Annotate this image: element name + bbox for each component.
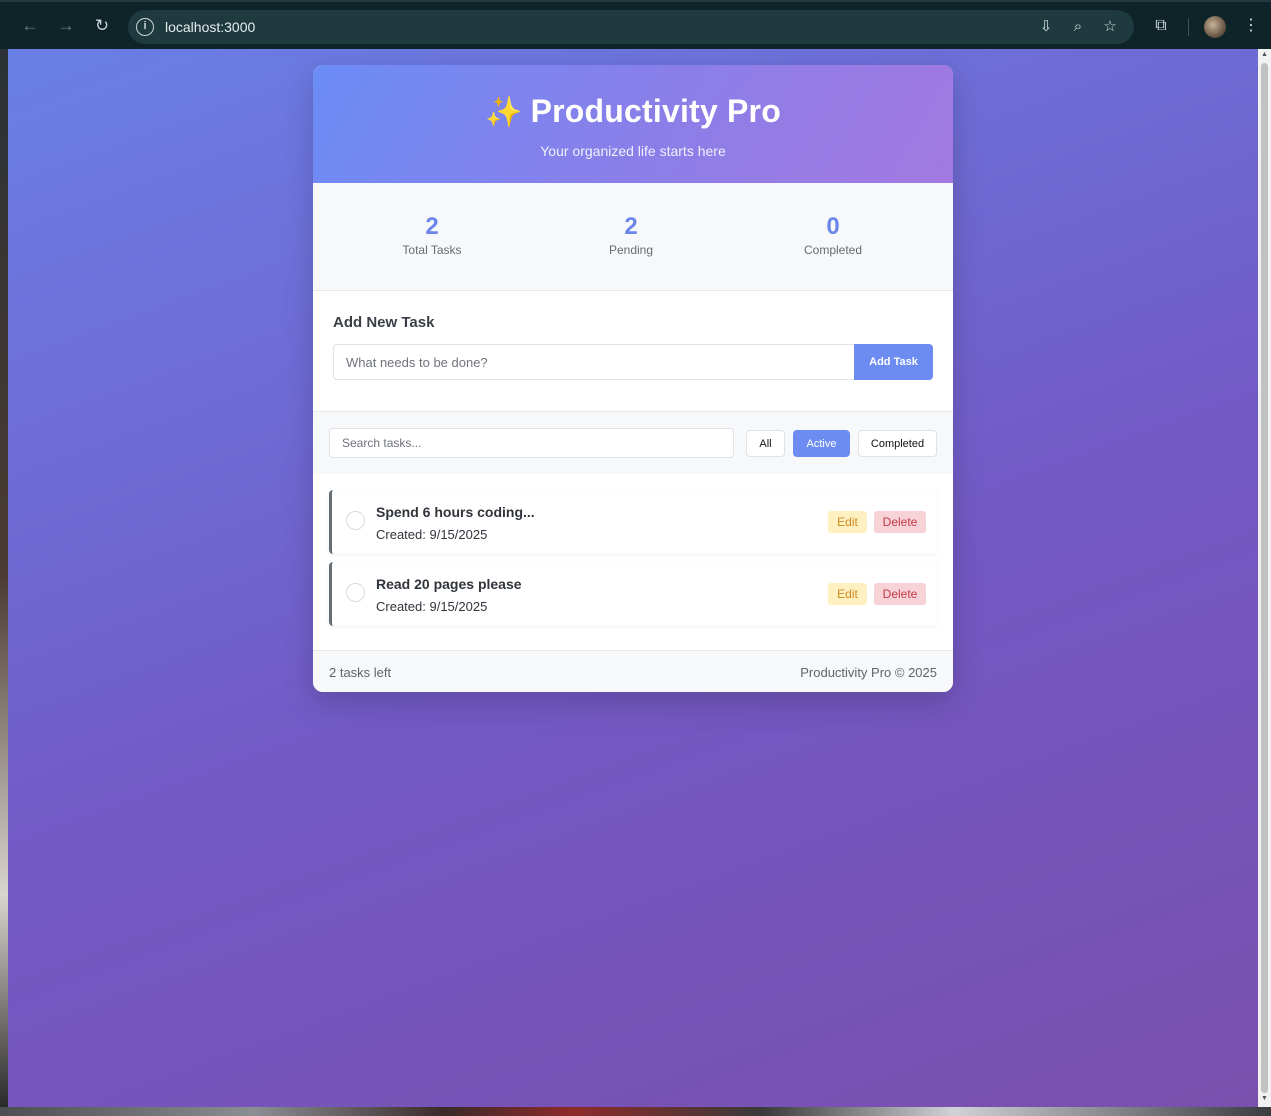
arrow-left-icon[interactable]: ←	[18, 14, 42, 38]
add-task-button[interactable]: Add Task	[854, 344, 933, 380]
app-footer: 2 tasks left Productivity Pro © 2025	[313, 650, 953, 692]
browser-toolbar: ← → ↻ i localhost:3000 ⇩ ⌕ ☆ ⧉ ⋮	[0, 0, 1271, 49]
stat-label: Completed	[803, 243, 863, 257]
tasks-left-count: 2 tasks left	[329, 665, 392, 680]
stats-panel: 2 Total Tasks 2 Pending 0 Completed	[313, 183, 953, 291]
puzzle-icon[interactable]: ⧉	[1150, 15, 1172, 37]
app-card: ✨ Productivity Pro Your organized life st…	[313, 65, 953, 692]
info-icon[interactable]: i	[136, 18, 154, 36]
filter-completed-button[interactable]: Completed	[858, 430, 937, 457]
task-created-date: Created: 9/15/2025	[376, 599, 488, 614]
stat-value: 2	[624, 213, 638, 240]
task-checkbox[interactable]	[346, 511, 365, 530]
task-item: Read 20 pages please Created: 9/15/2025 …	[329, 562, 937, 626]
edit-button[interactable]: Edit	[828, 583, 867, 605]
app-subtitle: Your organized life starts here	[540, 143, 726, 159]
stat-completed: 0 Completed	[753, 213, 913, 257]
task-list: Spend 6 hours coding... Created: 9/15/20…	[313, 474, 953, 650]
page-scrollbar[interactable]: ▲ ▼	[1258, 49, 1271, 1107]
star-icon[interactable]: ☆	[1100, 17, 1120, 37]
profile-avatar[interactable]	[1204, 16, 1226, 38]
reload-icon[interactable]: ↻	[90, 14, 114, 38]
kebab-menu-icon[interactable]: ⋮	[1240, 15, 1262, 37]
stat-pending: 2 Pending	[551, 213, 711, 257]
task-title: Read 20 pages please	[376, 576, 522, 592]
delete-button[interactable]: Delete	[874, 583, 926, 605]
filter-all-button[interactable]: All	[746, 430, 785, 457]
task-created-date: Created: 9/15/2025	[376, 527, 488, 542]
delete-button[interactable]: Delete	[874, 511, 926, 533]
search-input[interactable]	[329, 428, 734, 458]
scroll-down-icon[interactable]: ▼	[1260, 1095, 1269, 1102]
background-window-edge	[0, 49, 8, 1107]
scrollbar-thumb[interactable]	[1261, 63, 1268, 1093]
scroll-up-icon[interactable]: ▲	[1260, 51, 1269, 58]
page-title: ✨ Productivity Pro	[313, 93, 953, 130]
stat-value: 2	[425, 213, 439, 240]
new-task-input[interactable]	[333, 344, 855, 380]
toolbar-divider	[1188, 18, 1189, 36]
stat-label: Pending	[608, 243, 654, 257]
background-window-edge	[0, 1107, 1271, 1116]
stat-value: 0	[826, 213, 840, 240]
add-task-heading: Add New Task	[333, 314, 435, 331]
install-icon[interactable]: ⇩	[1036, 17, 1056, 37]
edit-button[interactable]: Edit	[828, 511, 867, 533]
stat-label: Total Tasks	[402, 243, 462, 257]
zoom-icon[interactable]: ⌕	[1068, 17, 1088, 37]
browser-window: ← → ↻ i localhost:3000 ⇩ ⌕ ☆ ⧉ ⋮ ✨ Produc…	[0, 0, 1271, 1116]
task-item: Spend 6 hours coding... Created: 9/15/20…	[329, 490, 937, 554]
task-title: Spend 6 hours coding...	[376, 504, 535, 520]
copyright-text: Productivity Pro © 2025	[800, 665, 937, 680]
filter-bar: All Active Completed	[313, 412, 953, 474]
add-task-section: Add New Task Add Task	[313, 292, 953, 412]
sparkles-icon: ✨	[485, 96, 523, 129]
task-checkbox[interactable]	[346, 583, 365, 602]
app-title-text: Productivity Pro	[530, 93, 781, 129]
arrow-right-icon[interactable]: →	[54, 14, 78, 38]
url-text[interactable]: localhost:3000	[165, 19, 255, 35]
filter-active-button[interactable]: Active	[793, 430, 850, 457]
stat-total: 2 Total Tasks	[352, 213, 512, 257]
app-header: ✨ Productivity Pro Your organized life st…	[313, 65, 953, 183]
page-viewport: ✨ Productivity Pro Your organized life st…	[8, 49, 1258, 1107]
address-bar[interactable]: i localhost:3000 ⇩ ⌕ ☆	[128, 10, 1134, 44]
